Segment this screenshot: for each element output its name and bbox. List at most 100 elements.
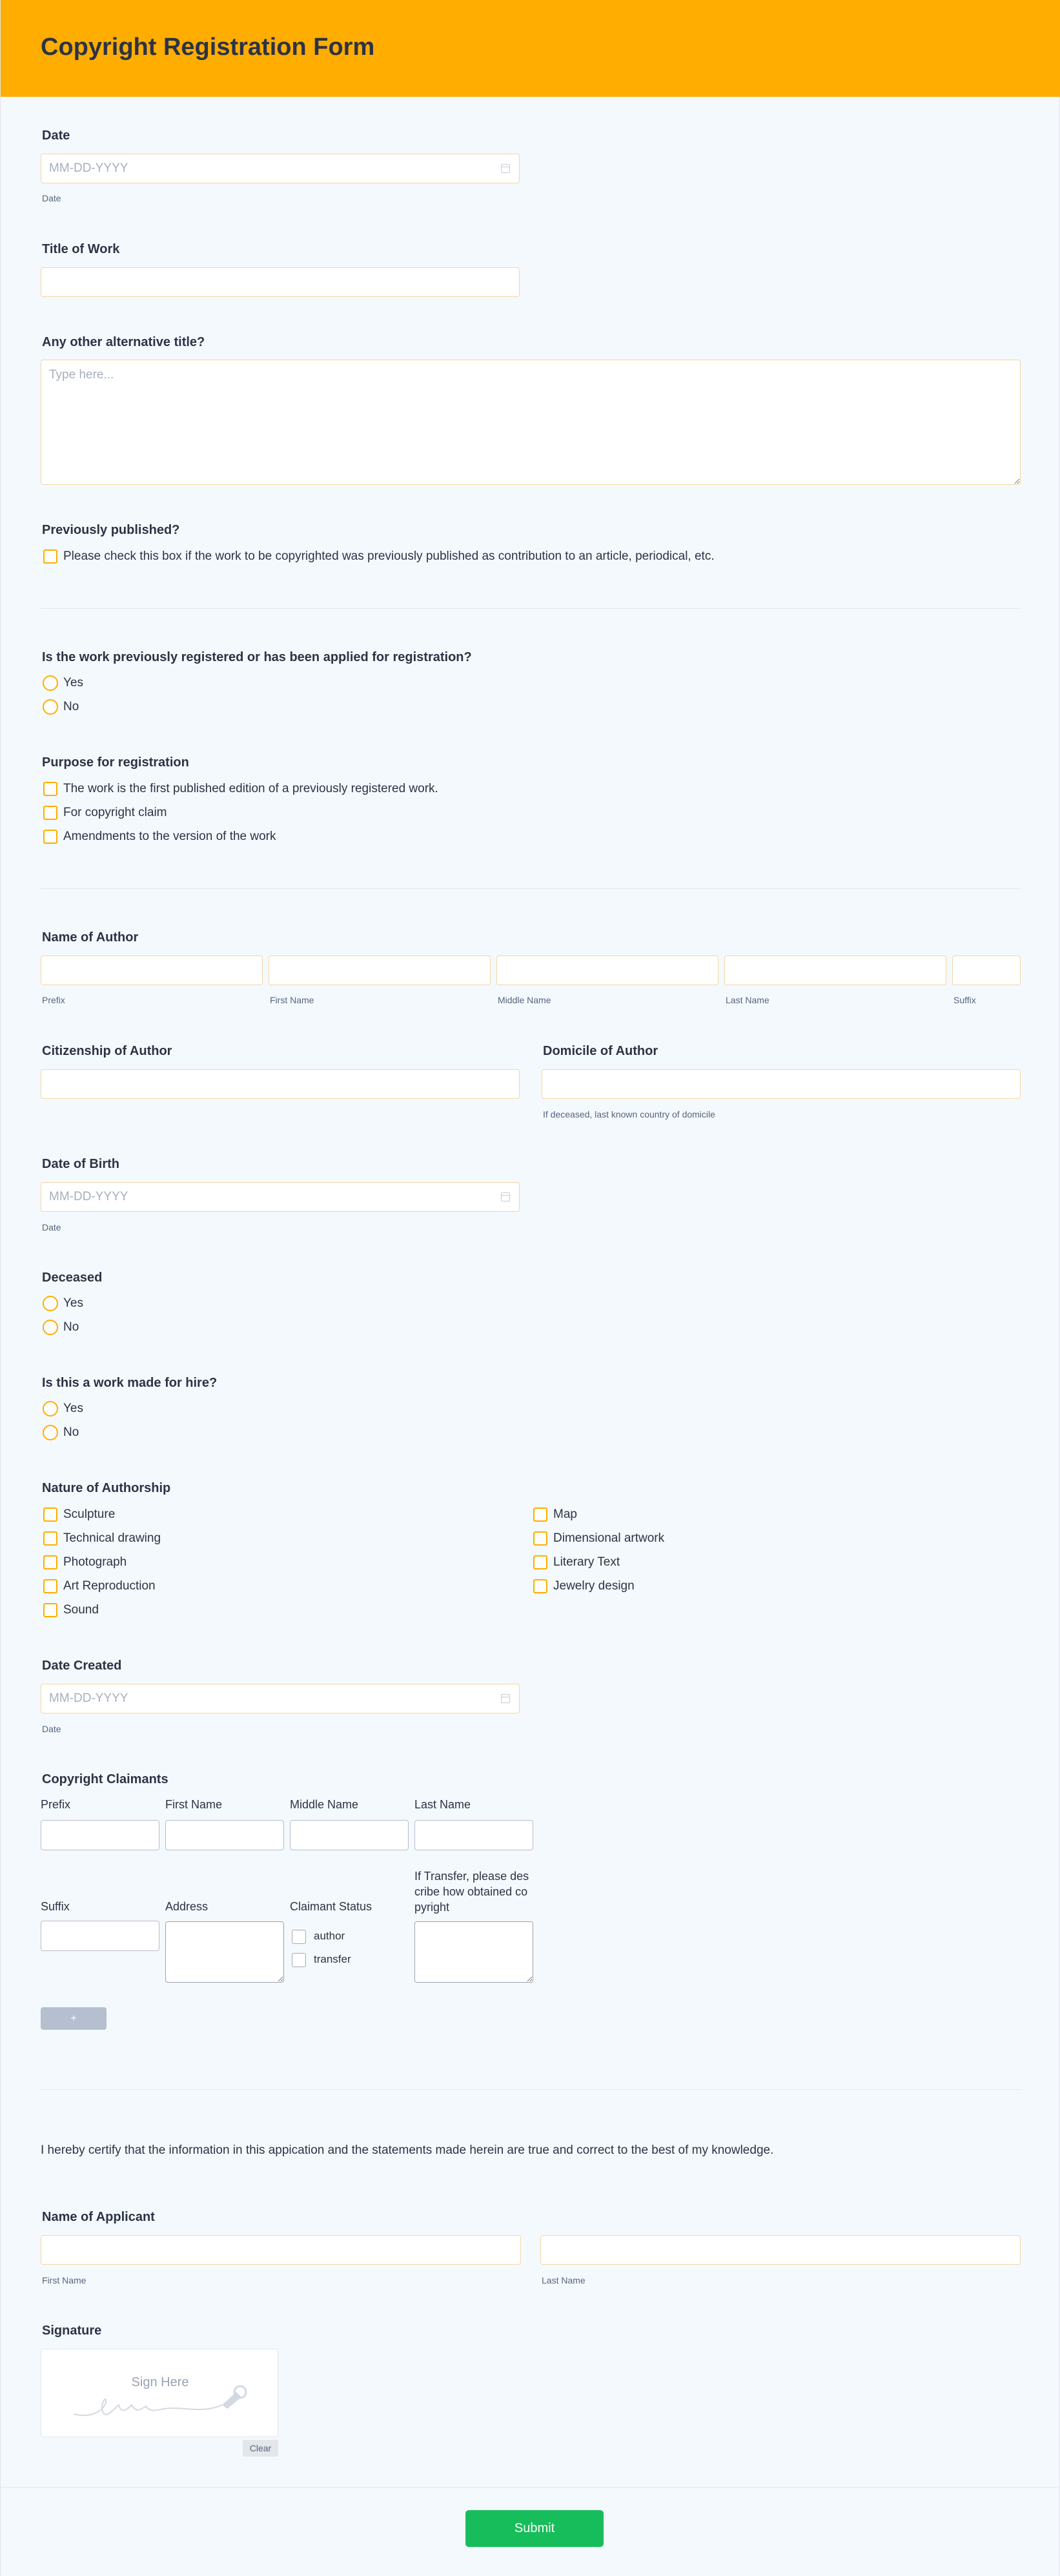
domicile-input[interactable] <box>542 1069 1021 1099</box>
deceased-yes-radio[interactable] <box>43 1296 58 1311</box>
claimant-col-prefix: Prefix <box>41 1798 71 1811</box>
date-created-input[interactable] <box>41 1684 520 1713</box>
applicant-label: Name of Applicant <box>42 2210 155 2224</box>
claimant-prefix-input[interactable] <box>41 1820 159 1850</box>
nature-checkbox-map[interactable] <box>533 1508 547 1522</box>
author-last-name-input[interactable] <box>724 956 946 985</box>
nature-option-dimensional-artwork: Dimensional artwork <box>553 1531 665 1545</box>
author-prefix-input[interactable] <box>41 956 263 985</box>
claimant-suffix-input[interactable] <box>41 1921 159 1951</box>
claimant-status-author-label: author <box>314 1930 345 1942</box>
purpose-checkbox-2[interactable] <box>43 806 57 820</box>
prev-registered-no-radio[interactable] <box>43 699 58 715</box>
author-first-name-sublabel: First Name <box>270 995 314 1005</box>
claimant-status-author-checkbox[interactable] <box>292 1930 306 1944</box>
claimant-middle-name-input[interactable] <box>290 1820 409 1850</box>
applicant-first-name-input[interactable] <box>41 2235 521 2265</box>
nature-checkbox-dimensional-artwork[interactable] <box>533 1531 547 1546</box>
deceased-no-radio[interactable] <box>43 1320 58 1335</box>
nature-option-photograph: Photograph <box>63 1555 127 1569</box>
purpose-checkbox-1[interactable] <box>43 782 57 796</box>
prev-published-checkbox[interactable] <box>43 549 57 564</box>
form-title: Copyright Registration Form <box>41 34 375 61</box>
hire-label: Is this a work made for hire? <box>42 1376 218 1390</box>
nature-option-art-reproduction: Art Reproduction <box>63 1579 156 1593</box>
calendar-icon[interactable] <box>501 1192 510 1201</box>
date-sublabel: Date <box>42 193 61 203</box>
claimant-transfer-textarea[interactable] <box>414 1921 533 1983</box>
divider <box>41 2089 1021 2090</box>
title-of-work-label: Title of Work <box>42 242 120 256</box>
title-of-work-input[interactable] <box>41 267 520 297</box>
purpose-option-3: Amendments to the version of the work <box>63 830 276 843</box>
nature-label: Nature of Authorship <box>42 1481 171 1495</box>
add-claimant-button[interactable]: + <box>41 2007 107 2030</box>
author-last-name-sublabel: Last Name <box>726 995 770 1005</box>
claimant-col-status: Claimant Status <box>290 1900 372 1913</box>
claimant-last-name-input[interactable] <box>414 1820 533 1850</box>
submit-button[interactable]: Submit <box>465 2510 604 2547</box>
hire-yes-radio[interactable] <box>43 1401 58 1416</box>
claimant-address-textarea[interactable] <box>165 1921 284 1983</box>
prev-registered-no-label: No <box>63 700 79 713</box>
domicile-sublabel: If deceased, last known country of domic… <box>543 1109 715 1119</box>
calendar-icon[interactable] <box>501 164 510 173</box>
certify-text: I hereby certify that the information in… <box>41 2143 774 2157</box>
signature-pad[interactable]: Sign Here <box>41 2349 278 2437</box>
nature-checkbox-sculpture[interactable] <box>43 1508 57 1522</box>
claimant-status-transfer-checkbox[interactable] <box>292 1953 306 1967</box>
nature-option-technical-drawing: Technical drawing <box>63 1531 161 1545</box>
prev-published-option: Please check this box if the work to be … <box>63 549 715 563</box>
nature-checkbox-literary-text[interactable] <box>533 1555 547 1569</box>
author-first-name-input[interactable] <box>269 956 491 985</box>
date-created-label: Date Created <box>42 1659 122 1673</box>
nature-option-sound: Sound <box>63 1603 99 1617</box>
author-middle-name-sublabel: Middle Name <box>498 995 551 1005</box>
clear-signature-button[interactable]: Clear <box>243 2440 278 2457</box>
domicile-label: Domicile of Author <box>543 1044 658 1058</box>
claimant-first-name-input[interactable] <box>165 1820 284 1850</box>
date-label: Date <box>42 128 70 143</box>
nature-option-literary-text: Literary Text <box>553 1555 620 1569</box>
footer-divider <box>1 2487 1060 2488</box>
citizenship-input[interactable] <box>41 1069 520 1099</box>
deceased-yes-label: Yes <box>63 1296 83 1310</box>
nature-checkbox-art-reproduction[interactable] <box>43 1579 57 1593</box>
nature-checkbox-photograph[interactable] <box>43 1555 57 1569</box>
signature-label: Signature <box>42 2324 102 2338</box>
purpose-option-2: For copyright claim <box>63 806 167 819</box>
alt-title-label: Any other alternative title? <box>42 335 205 349</box>
calendar-icon[interactable] <box>501 1694 510 1703</box>
prev-registered-yes-radio[interactable] <box>43 675 58 691</box>
deceased-label: Deceased <box>42 1271 103 1285</box>
alt-title-textarea[interactable] <box>41 360 1021 485</box>
purpose-checkbox-3[interactable] <box>43 830 57 844</box>
claimant-col-address: Address <box>165 1900 209 1913</box>
nature-checkbox-sound[interactable] <box>43 1603 57 1617</box>
author-middle-name-input[interactable] <box>496 956 719 985</box>
claimants-label: Copyright Claimants <box>42 1772 168 1786</box>
prev-registered-yes-label: Yes <box>63 676 83 690</box>
nature-checkbox-jewelry-design[interactable] <box>533 1579 547 1593</box>
divider <box>41 888 1021 889</box>
form-page: Copyright Registration Form Date Date Ti… <box>0 0 1060 2576</box>
date-created-sublabel: Date <box>42 1724 61 1734</box>
dob-sublabel: Date <box>42 1222 61 1232</box>
nature-option-jewelry-design: Jewelry design <box>553 1579 635 1593</box>
dob-input[interactable] <box>41 1182 520 1212</box>
claimant-col-middle-name: Middle Name <box>290 1798 359 1811</box>
author-suffix-input[interactable] <box>952 956 1021 985</box>
claimant-status-transfer-label: transfer <box>314 1953 351 1965</box>
hire-no-radio[interactable] <box>43 1425 58 1440</box>
nature-checkbox-technical-drawing[interactable] <box>43 1531 57 1546</box>
citizenship-label: Citizenship of Author <box>42 1044 172 1058</box>
applicant-last-name-input[interactable] <box>540 2235 1021 2265</box>
applicant-first-name-sublabel: First Name <box>42 2275 87 2285</box>
date-input[interactable] <box>41 154 520 183</box>
claimant-col-last-name: Last Name <box>414 1798 471 1811</box>
deceased-no-label: No <box>63 1320 79 1334</box>
author-prefix-sublabel: Prefix <box>42 995 65 1005</box>
author-suffix-sublabel: Suffix <box>953 995 976 1005</box>
form-header: Copyright Registration Form <box>1 0 1060 97</box>
claimant-col-transfer: If Transfer, please describe how obtaine… <box>414 1870 529 1914</box>
